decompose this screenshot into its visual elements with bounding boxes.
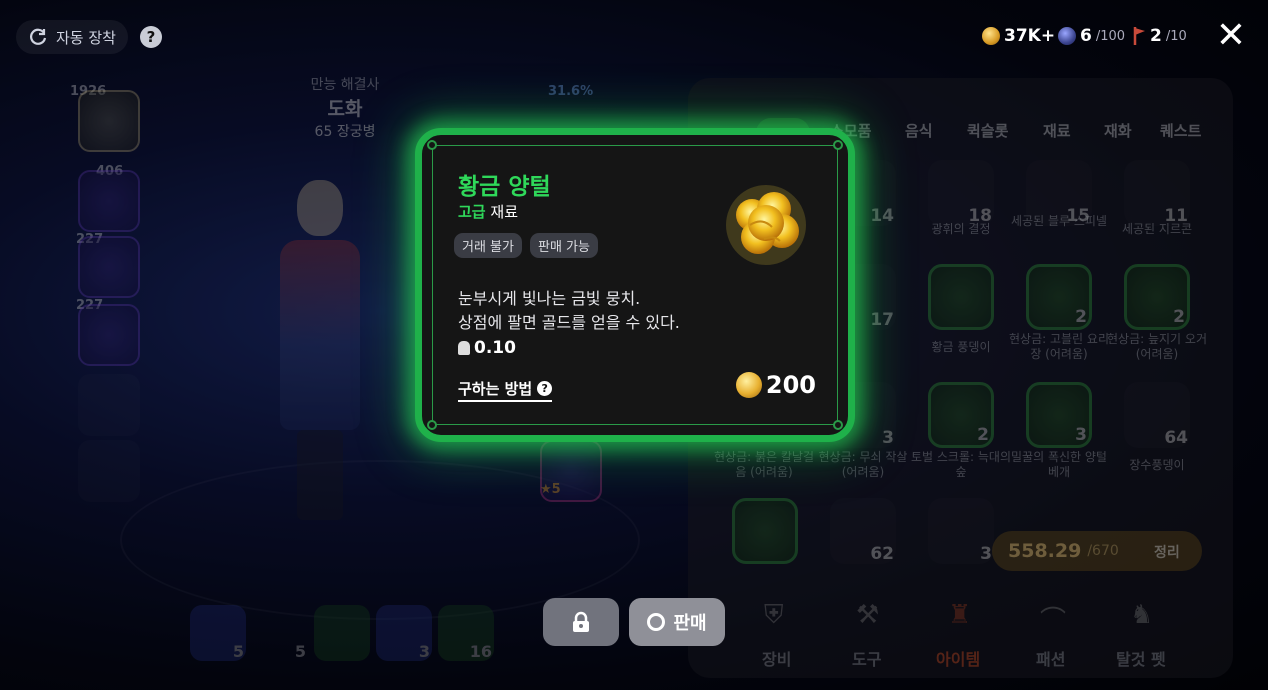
weight-icon (458, 341, 470, 355)
gold-amount: 37K+ (1004, 26, 1056, 46)
energy-current: 6 (1080, 26, 1092, 46)
top-bar: 자동 장착 ? 37K+ 6/100 2/10 ✕ (0, 0, 1268, 72)
gold-coin-icon (982, 27, 1000, 45)
frame-corner-ornament (427, 420, 437, 430)
sell-button-label: 판매 (673, 613, 707, 634)
item-description-line-1: 눈부시게 빛나는 금빛 뭉치. (458, 289, 641, 308)
flag-counter: 2/10 (1132, 26, 1187, 46)
question-icon: ? (537, 381, 553, 396)
gold-coin-icon (735, 372, 762, 398)
gold-counter: 37K+ (982, 26, 1055, 46)
item-weight: 0.10 (458, 338, 516, 358)
lock-icon (573, 611, 589, 632)
item-detail-popup: 황금 양털 고급 재료 거래 불가 판매 가능 눈부시게 빛나는 금빛 뭉치. … (415, 128, 855, 442)
lock-button[interactable] (543, 598, 619, 646)
close-icon[interactable]: ✕ (1214, 18, 1248, 54)
sell-coin-icon (647, 613, 666, 631)
frame-corner-ornament (427, 140, 437, 150)
flag-icon (1133, 27, 1145, 45)
item-description-line-2: 상점에 팔면 골드를 얻을 수 있다. (458, 313, 680, 332)
item-weight-value: 0.10 (474, 338, 516, 358)
frame-corner-ornament (833, 140, 843, 150)
item-price-value: 200 (765, 371, 816, 399)
flag-current: 2 (1150, 26, 1162, 46)
item-title: 황금 양털 (458, 174, 551, 200)
tag-untradable: 거래 불가 (454, 233, 522, 258)
refresh-icon (30, 28, 47, 45)
item-description: 눈부시게 빛나는 금빛 뭉치. 상점에 팔면 골드를 얻을 수 있다. (458, 287, 680, 335)
auto-equip-button[interactable]: 자동 장착 (16, 20, 128, 54)
how-to-obtain-link[interactable]: 구하는 방법 ? (458, 378, 553, 402)
sell-button[interactable]: 판매 (629, 598, 725, 646)
auto-equip-label: 자동 장착 (56, 28, 116, 47)
item-category: 재료 (490, 203, 518, 221)
item-sell-price: 200 (735, 371, 816, 399)
energy-orb-icon (1058, 27, 1076, 45)
energy-max: /100 (1095, 28, 1126, 44)
tag-sellable: 판매 가능 (529, 233, 598, 258)
item-tags: 거래 불가 판매 가능 (454, 233, 598, 258)
help-icon[interactable]: ? (140, 26, 162, 48)
energy-counter: 6/100 (1058, 26, 1125, 46)
item-grade-line: 고급 재료 (458, 201, 518, 222)
golden-wool-icon (726, 185, 806, 265)
item-grade: 고급 (458, 203, 486, 221)
flag-max: /10 (1165, 28, 1187, 44)
how-to-obtain-label: 구하는 방법 (458, 380, 533, 398)
frame-corner-ornament (833, 420, 843, 430)
